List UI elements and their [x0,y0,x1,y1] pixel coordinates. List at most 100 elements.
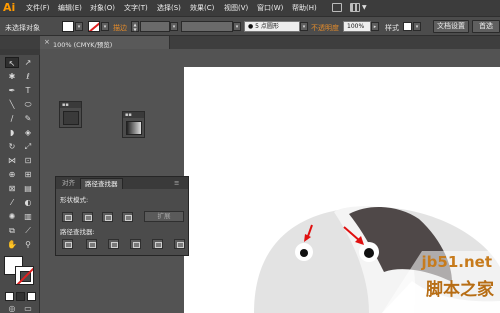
stroke-label[interactable]: 描边 [113,23,127,33]
zoom-tool-icon[interactable]: ⚲ [21,239,35,250]
divide-button[interactable] [62,239,73,249]
preferences-button[interactable]: 首选 [472,20,500,33]
lasso-tool-icon[interactable]: ℓ [21,71,35,82]
floating-panel-1[interactable]: ▪▪ [59,101,82,128]
minus-front-button[interactable] [82,212,93,222]
pathfinders-label: 路径查找器: [60,228,95,236]
chevron-down-icon[interactable]: ▼ [362,4,367,11]
symbol-sprayer-tool-icon[interactable]: ✺ [5,211,19,222]
trim-button[interactable] [86,239,97,249]
panel-grip[interactable]: ▪▪ [123,112,144,118]
document-tab-row: × 100% (CMYK/预览) [0,36,500,49]
crop-button[interactable] [130,239,141,249]
gradient-panel-icon[interactable] [126,121,142,135]
screen-mode-icon[interactable]: ▭ [21,305,35,313]
tools-panel: ↖ ↗ ✱ ℓ ✒ T ╲ ⬭ ∕ ✎ ◗ ◈ ↻ ⤢ ⋈ ⊡ ⊕ ⊞ ⊠ ▤ … [0,49,40,313]
document-tab[interactable]: × 100% (CMYK/预览) [40,36,170,49]
rotate-tool-icon[interactable]: ↻ [5,141,19,152]
blend-tool-icon[interactable]: ◐ [21,197,35,208]
floating-panel-2[interactable]: ▪▪ [122,111,145,138]
magic-wand-tool-icon[interactable]: ✱ [5,71,19,82]
brush-definition[interactable]: ● 5 点圆形 [244,21,300,32]
menu-window[interactable]: 窗口(W) [257,3,283,13]
eyedropper-tool-icon[interactable]: ⁄ [5,197,19,208]
direct-selection-tool-icon[interactable]: ↗ [21,57,35,68]
watermark-url: jb51.net [421,253,492,271]
artboard-tool-icon[interactable]: ⧉ [5,225,19,236]
menu-view[interactable]: 视图(V) [224,3,248,13]
left-eye-pupil [300,249,308,257]
free-transform-tool-icon[interactable]: ⊡ [21,155,35,166]
menu-type[interactable]: 文字(T) [124,3,148,13]
none-mode-icon[interactable] [27,292,36,301]
variable-width-profile[interactable] [181,21,233,32]
menu-help[interactable]: 帮助(H) [292,3,317,13]
stroke-weight-dropdown[interactable]: ▾ [170,22,178,31]
menu-effect[interactable]: 效果(C) [190,3,214,13]
panel-grip[interactable]: ▪▪ [60,102,81,108]
mesh-tool-icon[interactable]: ⊠ [5,183,19,194]
intersect-button[interactable] [102,212,113,222]
fill-dropdown[interactable]: ▾ [75,22,83,31]
stroke-weight-stepper[interactable]: ▲ ▼ [131,21,139,32]
menu-file[interactable]: 文件(F) [26,3,50,13]
expand-button[interactable]: 扩展 [144,211,184,222]
exclude-button[interactable] [122,212,133,222]
arrange-documents-icon[interactable] [350,3,360,12]
ellipse-tool-icon[interactable]: ⬭ [21,99,35,110]
opacity-dropdown[interactable]: ▸ [371,22,379,31]
pencil-tool-icon[interactable]: ✎ [21,113,35,124]
document-title: 100% (CMYK/预览) [53,41,113,49]
stroke-color-box[interactable] [15,266,34,285]
shape-builder-tool-icon[interactable]: ⊕ [5,169,19,180]
gradient-mode-icon[interactable] [16,292,25,301]
brush-value: 5 点圆形 [255,23,279,30]
profile-dropdown[interactable]: ▾ [233,22,241,31]
slice-tool-icon[interactable]: ⟋ [21,225,35,236]
gradient-tool-icon[interactable]: ▤ [21,183,35,194]
bridge-icon[interactable] [332,3,342,12]
stroke-weight-field[interactable] [140,21,170,32]
panel-icon[interactable] [63,111,79,125]
opacity-label[interactable]: 不透明度 [311,23,339,33]
paintbrush-tool-icon[interactable]: ∕ [5,113,19,124]
line-tool-icon[interactable]: ╲ [5,99,19,110]
style-label: 样式 [385,24,399,32]
menu-select[interactable]: 选择(S) [157,3,181,13]
close-icon[interactable]: × [44,38,50,46]
eraser-tool-icon[interactable]: ◈ [21,127,35,138]
menu-object[interactable]: 对象(O) [90,3,115,13]
hand-tool-icon[interactable]: ✋ [5,239,19,250]
brush-dropdown[interactable]: ▾ [300,22,308,31]
selection-tool-icon[interactable]: ↖ [5,57,19,68]
column-graph-tool-icon[interactable]: ▥ [21,211,35,222]
panel-menu-icon[interactable]: ≡ [174,178,179,189]
style-dropdown[interactable]: ▾ [413,22,421,31]
type-tool-icon[interactable]: T [21,85,35,96]
blob-brush-tool-icon[interactable]: ◗ [5,127,19,138]
perspective-grid-tool-icon[interactable]: ⊞ [21,169,35,180]
shape-modes-label: 形状模式: [60,196,89,204]
tab-pathfinder[interactable]: 路径查找器 [80,178,123,189]
document-setup-button[interactable]: 文档设置 [433,20,469,33]
color-mode-icon[interactable] [5,292,14,301]
panel-tab-bar: 对齐 路径查找器 ≡ [56,177,188,189]
merge-button[interactable] [108,239,119,249]
drawing-mode-icon[interactable]: ◎ [5,305,19,313]
stroke-swatch[interactable] [88,21,100,32]
unite-button[interactable] [62,212,73,222]
pathfinder-panel: 对齐 路径查找器 ≡ 形状模式: 扩展 路径查找器: [55,176,189,256]
scale-tool-icon[interactable]: ⤢ [21,141,35,152]
stroke-dropdown[interactable]: ▾ [101,22,109,31]
opacity-field[interactable]: 100% [343,21,371,32]
graphic-style-swatch[interactable] [403,22,412,31]
menu-edit[interactable]: 编辑(E) [58,3,82,13]
toolbar-grip[interactable] [0,49,40,55]
pen-tool-icon[interactable]: ✒ [5,85,19,96]
fill-swatch[interactable] [62,21,74,32]
outline-button[interactable] [152,239,163,249]
right-eye-pupil [364,248,374,258]
minus-back-button[interactable] [174,239,185,249]
width-tool-icon[interactable]: ⋈ [5,155,19,166]
tab-align[interactable]: 对齐 [58,178,79,189]
